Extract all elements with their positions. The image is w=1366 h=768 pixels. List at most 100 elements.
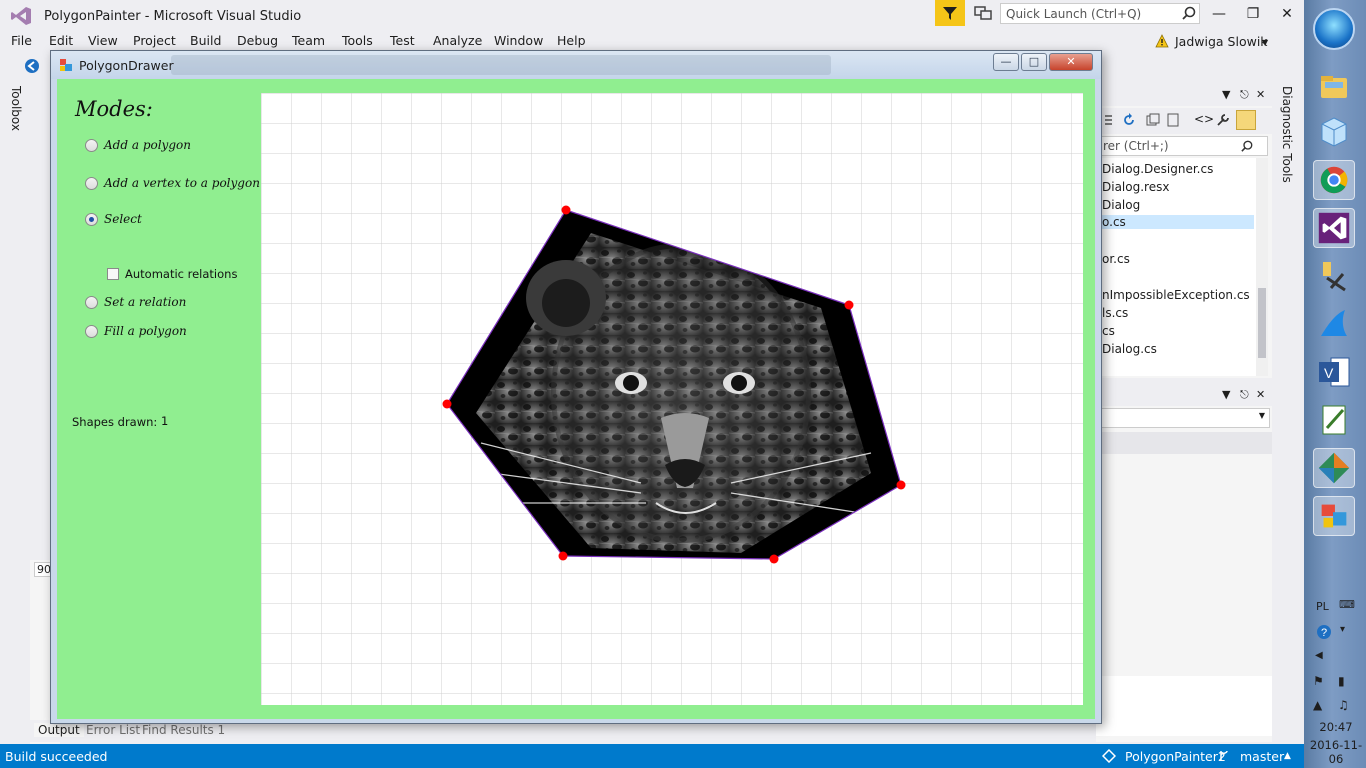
menu-help[interactable]: Help — [557, 33, 586, 48]
refresh-icon[interactable] — [1122, 113, 1136, 127]
menu-window[interactable]: Window — [494, 33, 543, 48]
show-all-files-icon[interactable] — [1166, 113, 1180, 127]
menu-build[interactable]: Build — [190, 33, 221, 48]
repo-name[interactable]: PolygonPainter2 — [1125, 749, 1226, 764]
file-explorer-taskbar-icon[interactable] — [1313, 68, 1355, 108]
tray-options-icon[interactable]: ▾ — [1340, 624, 1345, 635]
tree-item[interactable]: Dialog.Designer.cs — [1102, 162, 1213, 176]
app-cube-taskbar-icon[interactable] — [1313, 112, 1355, 152]
back-icon[interactable] — [1102, 113, 1116, 127]
signed-in-user[interactable]: Jadwiga Slowik — [1175, 34, 1268, 49]
close-icon[interactable]: ✕ — [1256, 88, 1265, 101]
tree-item[interactable]: Dialog.cs — [1102, 342, 1157, 356]
view-code-icon[interactable]: <> — [1194, 112, 1214, 126]
mode-label[interactable]: Set a relation — [104, 295, 186, 309]
properties-wrench-icon[interactable] — [1216, 113, 1230, 127]
menu-view[interactable]: View — [88, 33, 118, 48]
tree-item[interactable]: Dialog — [1102, 198, 1140, 212]
tools-taskbar-icon[interactable] — [1313, 256, 1355, 296]
properties-object-combo[interactable]: ▼ — [1096, 408, 1270, 428]
tree-item[interactable]: Dialog.resx — [1102, 180, 1169, 194]
build-status: Build succeeded — [5, 749, 108, 764]
menu-analyze[interactable]: Analyze — [433, 33, 482, 48]
tab-output[interactable]: Output — [34, 723, 84, 737]
clock-date[interactable]: 2016-11-06 — [1306, 738, 1366, 766]
polygon-vertex — [769, 554, 779, 564]
vs-minimize-button[interactable]: — — [1209, 4, 1229, 24]
menu-project[interactable]: Project — [133, 33, 176, 48]
close-icon[interactable]: ✕ — [1256, 388, 1265, 401]
menu-debug[interactable]: Debug — [237, 33, 278, 48]
branch-name[interactable]: master — [1240, 749, 1284, 764]
radio-button[interactable] — [85, 296, 98, 309]
tree-item[interactable]: or.cs — [1102, 252, 1130, 266]
preview-toggle-icon[interactable] — [1236, 110, 1256, 130]
tree-item[interactable]: nImpossibleException.cs — [1102, 288, 1250, 302]
menu-file[interactable]: File — [11, 33, 32, 48]
scrollbar-thumb[interactable] — [1258, 288, 1266, 358]
close-button[interactable]: ✕ — [1049, 53, 1093, 71]
chevron-down-icon[interactable]: ▼ — [1262, 38, 1268, 47]
quick-launch-input[interactable]: Quick Launch (Ctrl+Q) — [1000, 3, 1200, 24]
shark-taskbar-icon[interactable] — [1313, 304, 1355, 344]
pin-icon[interactable]: ⎋ — [1240, 88, 1249, 102]
radio-button[interactable] — [85, 177, 98, 190]
radio-button[interactable] — [85, 325, 98, 338]
chrome-taskbar-icon[interactable] — [1313, 160, 1355, 200]
mode-label[interactable]: Select — [104, 212, 142, 226]
diagnostic-tools-tab[interactable]: Diagnostic Tools — [1280, 86, 1294, 183]
radio-button[interactable] — [85, 139, 98, 152]
network-icon[interactable]: ▲ — [1313, 698, 1322, 712]
menu-team[interactable]: Team — [292, 33, 325, 48]
vs-restore-button[interactable]: ❐ — [1243, 4, 1263, 24]
language-indicator[interactable]: PL — [1316, 600, 1329, 613]
polygon-vertex — [561, 205, 571, 215]
notepad-plus-taskbar-icon[interactable] — [1313, 400, 1355, 440]
tab-find-results[interactable]: Find Results 1 — [142, 723, 225, 737]
start-button[interactable] — [1313, 8, 1355, 50]
svg-text:?: ? — [1321, 627, 1327, 639]
tree-item-selected[interactable]: o.cs — [1096, 215, 1254, 229]
maximize-button[interactable]: □ — [1021, 53, 1047, 71]
notifications-flag-button[interactable] — [935, 0, 965, 26]
radio-button-checked[interactable] — [85, 213, 98, 226]
automatic-relations-label[interactable]: Automatic relations — [125, 267, 237, 281]
tree-item[interactable]: cs — [1102, 324, 1115, 338]
action-center-flag-icon[interactable]: ⚑ — [1313, 674, 1324, 688]
minimize-button[interactable]: — — [993, 53, 1019, 71]
solution-search-input[interactable]: rer (Ctrl+;) — [1096, 136, 1268, 156]
feedback-icon[interactable] — [974, 5, 992, 21]
menu-tools[interactable]: Tools — [342, 33, 373, 48]
keyboard-icon[interactable]: ⌨ — [1339, 598, 1355, 611]
mode-label[interactable]: Fill a polygon — [104, 324, 187, 338]
navigate-back-icon[interactable] — [24, 58, 40, 74]
tray-expand-icon[interactable]: ◀ — [1315, 650, 1323, 661]
mode-label[interactable]: Add a vertex to a polygon — [104, 176, 260, 190]
mode-label[interactable]: Add a polygon — [104, 138, 191, 152]
chevron-up-icon[interactable]: ▲ — [1284, 751, 1291, 761]
svg-text:V: V — [1324, 365, 1334, 381]
automatic-relations-checkbox[interactable] — [107, 268, 119, 280]
pin-icon[interactable]: ⎋ — [1240, 388, 1249, 402]
menu-test[interactable]: Test — [390, 33, 415, 48]
collapse-all-icon[interactable] — [1146, 113, 1160, 127]
battery-icon[interactable]: ▮ — [1338, 674, 1345, 688]
visual-studio-taskbar-icon[interactable] — [1313, 208, 1355, 248]
drawing-canvas[interactable] — [261, 93, 1083, 705]
visio-taskbar-icon[interactable]: V — [1313, 352, 1355, 392]
properties-grid-row — [1096, 432, 1272, 454]
toolbox-tab[interactable]: Toolbox — [9, 86, 23, 131]
help-icon[interactable]: ? — [1316, 624, 1332, 640]
menu-edit[interactable]: Edit — [49, 33, 73, 48]
tab-error-list[interactable]: Error List — [86, 723, 140, 737]
vs-close-button[interactable]: ✕ — [1277, 4, 1297, 24]
dropdown-icon[interactable]: ▼ — [1222, 388, 1230, 401]
solution-scrollbar[interactable] — [1256, 158, 1268, 376]
tree-item[interactable]: ls.cs — [1102, 306, 1128, 320]
git-taskbar-icon[interactable] — [1313, 448, 1355, 488]
volume-icon[interactable]: ♫ — [1338, 698, 1349, 712]
dropdown-icon[interactable]: ▼ — [1222, 88, 1230, 101]
polygon-painter-taskbar-icon[interactable] — [1313, 496, 1355, 536]
clock-time[interactable]: 20:47 — [1306, 720, 1366, 734]
polygon-drawer-titlebar[interactable]: PolygonDrawer — □ ✕ — [51, 51, 1101, 79]
